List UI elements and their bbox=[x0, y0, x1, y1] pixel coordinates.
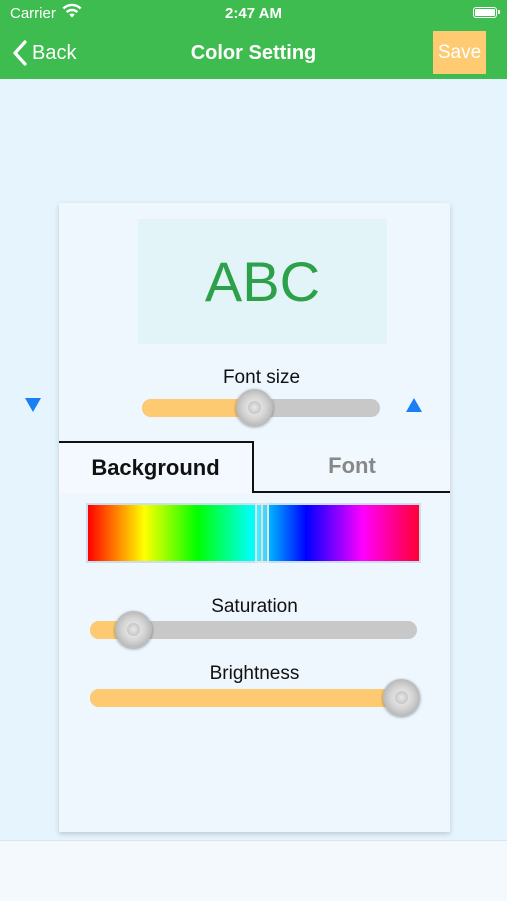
font-size-slider[interactable] bbox=[142, 389, 380, 426]
decrease-font-button[interactable] bbox=[25, 397, 41, 417]
font-size-slider-knob[interactable] bbox=[235, 389, 273, 426]
settings-card: ABC Font size Background Font Saturation… bbox=[25, 203, 450, 832]
saturation-slider-knob[interactable] bbox=[114, 611, 152, 648]
saturation-label: Saturation bbox=[211, 596, 298, 617]
tab-background[interactable]: Background bbox=[59, 441, 254, 493]
brightness-slider-knob[interactable] bbox=[382, 679, 420, 716]
status-bar: Carrier 2:47 AM bbox=[0, 0, 507, 28]
preview-text: ABC bbox=[138, 219, 387, 344]
brightness-slider[interactable] bbox=[90, 679, 420, 716]
tab-font[interactable]: Font bbox=[254, 441, 450, 493]
increase-font-button[interactable] bbox=[406, 397, 422, 417]
hue-spectrum-slider[interactable] bbox=[86, 503, 421, 563]
battery-icon bbox=[473, 7, 500, 18]
hue-slider-handle[interactable] bbox=[255, 503, 269, 563]
brightness-slider-fill bbox=[90, 689, 401, 707]
color-target-tabs: Background Font bbox=[59, 441, 450, 493]
font-size-label: Font size bbox=[222, 367, 301, 388]
saturation-slider[interactable] bbox=[90, 611, 417, 648]
status-time: 2:47 AM bbox=[225, 5, 282, 22]
save-button[interactable]: Save bbox=[433, 31, 486, 74]
triangle-down-icon bbox=[25, 398, 41, 412]
bottom-bar bbox=[0, 840, 507, 901]
navigation-bar: Back Color Setting Save bbox=[0, 28, 507, 79]
page-title: Color Setting bbox=[190, 42, 317, 64]
triangle-up-icon bbox=[406, 398, 422, 412]
